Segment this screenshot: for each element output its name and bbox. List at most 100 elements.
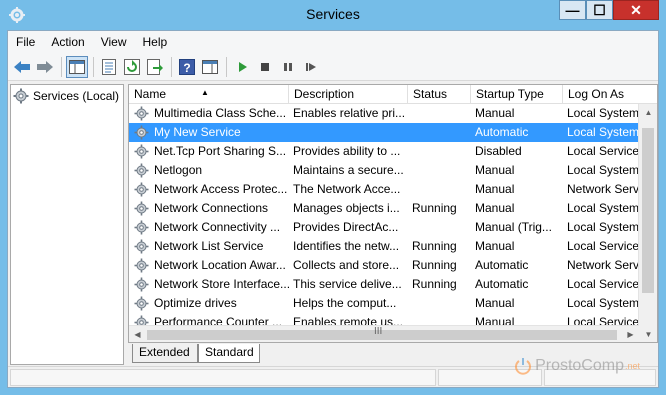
cell-log-on-as: Local System [567,201,639,215]
table-row[interactable]: Network List Service Identifies the netw.… [129,237,639,256]
menu-help[interactable]: Help [135,31,176,53]
toolbar: ? [8,53,658,81]
start-service-button[interactable] [231,56,253,78]
toolbar-separator [171,56,172,77]
tree-item-label: Services (Local) [33,89,120,103]
table-row[interactable]: Optimize drives Helps the comput... Manual… [129,294,639,313]
service-gear-icon [134,163,149,178]
menu-bar: File Action View Help [8,31,658,53]
toolbar-separator [226,56,227,77]
client-area: File Action View Help ? Services (Local)… [7,30,659,388]
table-row[interactable]: Net.Tcp Port Sharing S... Provides abilit… [129,142,639,161]
cell-startup-type: Automatic [475,125,529,139]
table-row[interactable]: Network Connections Manages objects i... R… [129,199,639,218]
scroll-up-arrow-icon[interactable]: ▲ [639,104,657,121]
cell-startup-type: Manual [475,163,515,177]
table-row[interactable]: Network Store Interface... This service d… [129,275,639,294]
cell-name: Network Access Protec... [154,182,288,196]
services-window: Services — ☐ ✕ File Action View Help ? S… [0,0,666,395]
cell-log-on-as: Local System [567,296,639,310]
toolbar-separator [61,56,62,77]
cell-name: Network Connectivity ... [154,220,281,234]
cell-startup-type: Manual (Trig... [475,220,552,234]
horizontal-scrollbar[interactable]: ◀ III ▶ [129,325,639,342]
menu-file[interactable]: File [8,31,43,53]
column-header-startup-type[interactable]: Startup Type [471,85,563,104]
stop-service-button[interactable] [254,56,276,78]
cell-description: Identifies the netw... [293,239,400,253]
cell-description: This service delive... [293,277,402,291]
service-gear-icon [134,201,149,216]
cell-startup-type: Manual [475,296,515,310]
menu-action[interactable]: Action [43,31,92,53]
cell-log-on-as: Local System [567,125,639,139]
cell-name: Network Connections [154,201,269,215]
close-button[interactable]: ✕ [613,0,659,20]
minimize-button[interactable]: — [559,0,586,20]
cell-log-on-as: Local System [567,220,639,234]
cell-name: Optimize drives [154,296,237,310]
cell-startup-type: Manual [475,106,515,120]
show-hide-console-tree-button[interactable] [66,55,88,78]
table-row[interactable]: Netlogon Maintains a secure... Manual Local… [129,161,639,180]
column-header-status[interactable]: Status [408,85,471,104]
refresh-icon [124,58,140,75]
maximize-button[interactable]: ☐ [586,0,613,20]
column-header-name-label: Name [134,87,167,101]
tab-standard[interactable]: Standard [198,344,260,363]
cell-description: The Network Acce... [293,182,401,196]
service-gear-icon [134,220,149,235]
table-row[interactable]: My New Service Automatic Local System [129,123,639,142]
service-gear-icon [134,296,149,311]
cell-name: Network List Service [154,239,264,253]
table-row[interactable]: Network Connectivity ... Provides DirectA… [129,218,639,237]
cell-name: Network Location Awar... [154,258,286,272]
vertical-scrollbar[interactable]: ▲ ▼ [638,104,657,342]
column-header-name[interactable]: Name ▲ [129,85,289,104]
service-gear-icon [134,182,149,197]
cell-description: Enables relative pri... [293,106,406,120]
help-icon: ? [179,58,195,75]
watermark-sub: .net [624,361,640,371]
pause-service-button[interactable] [277,56,299,78]
scroll-grip: III [374,326,383,337]
scroll-down-arrow-icon[interactable]: ▼ [639,326,657,342]
cell-log-on-as: Local System [567,106,639,120]
tab-extended[interactable]: Extended [132,344,198,363]
table-row[interactable]: Multimedia Class Sche... Enables relative… [129,104,639,123]
export-list-button[interactable] [144,56,166,78]
cell-name: Net.Tcp Port Sharing S... [154,144,287,158]
cell-description: Maintains a secure... [293,163,404,177]
list-header: Name ▲ Description Status Startup Type L… [129,85,657,104]
help-button[interactable]: ? [176,56,198,78]
table-row[interactable]: Network Location Awar... Collects and sto… [129,256,639,275]
action-pane-icon [202,59,218,74]
services-gear-icon [13,88,29,104]
cell-startup-type: Automatic [475,277,529,291]
menu-view[interactable]: View [93,31,135,53]
forward-button[interactable] [34,56,56,78]
properties-button[interactable] [98,56,120,78]
start-service-icon [239,61,247,72]
title-bar[interactable]: Services — ☐ ✕ [0,0,666,30]
power-logo-icon [515,358,532,375]
vertical-scroll-thumb[interactable] [642,128,654,293]
scroll-right-arrow-icon[interactable]: ▶ [622,326,639,342]
column-header-log-on-as[interactable]: Log On As [563,85,639,104]
restart-service-button[interactable] [300,56,322,78]
show-hide-console-tree-icon [69,59,85,74]
status-segment [10,369,436,386]
back-button[interactable] [11,56,33,78]
column-header-description[interactable]: Description [289,85,408,104]
scroll-left-arrow-icon[interactable]: ◀ [129,326,146,342]
tree-item-services-local[interactable]: Services (Local) [13,87,119,105]
service-gear-icon [134,258,149,273]
services-list: Name ▲ Description Status Startup Type L… [128,84,658,343]
cell-log-on-as: Network Servi [567,182,639,196]
cell-status [408,142,471,161]
table-row[interactable]: Network Access Protec... The Network Acce… [129,180,639,199]
properties-icon [102,58,116,75]
cell-status: Running [412,239,457,253]
action-pane-button[interactable] [199,56,221,78]
refresh-button[interactable] [121,56,143,78]
